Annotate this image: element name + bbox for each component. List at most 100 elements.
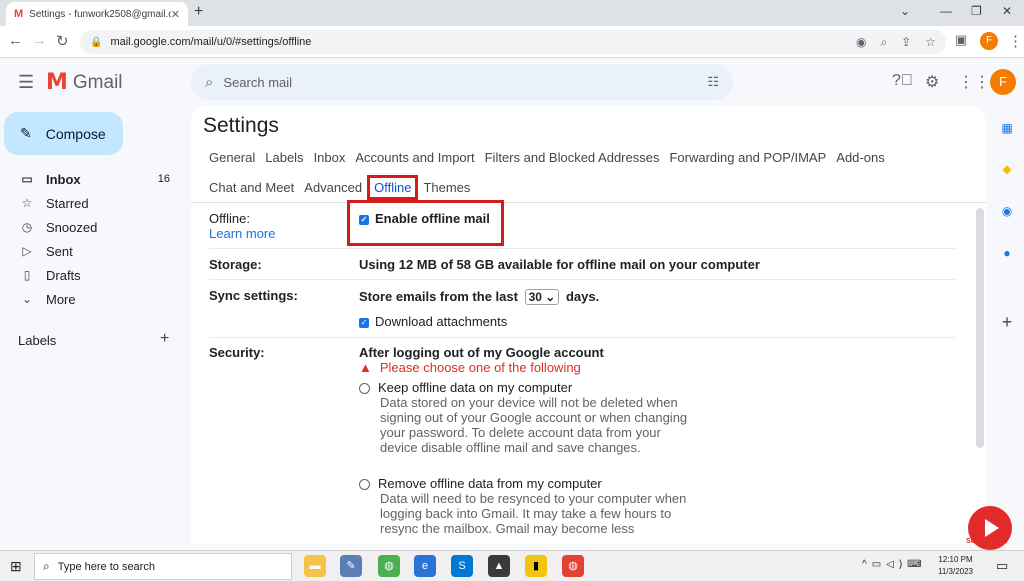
calendar-icon[interactable]: ▦ — [996, 117, 1018, 139]
eye-icon[interactable]: ◉ — [856, 35, 866, 49]
remove-offline-data-option[interactable]: Remove offline data from my computer — [359, 476, 602, 491]
system-tray-icons[interactable]: ^▭◁)⌨ — [862, 559, 927, 570]
enable-offline-checkbox[interactable]: ✓ Enable offline mail — [359, 211, 490, 226]
windows-taskbar: ⊞ ⌕ Type here to search ▬ ✎ ◍ e S ▲ ▮ ◍ … — [0, 550, 1024, 581]
lock-icon: 🔒 — [90, 36, 103, 48]
tab-filters[interactable]: Filters and Blocked Addresses — [485, 150, 660, 165]
tab-search-icon[interactable]: ⌄ — [900, 4, 910, 18]
keep-offline-description: Data stored on your device will not be d… — [380, 395, 688, 455]
file-explorer-icon[interactable]: ▬ — [304, 555, 326, 577]
add-label-icon[interactable]: + — [160, 330, 169, 348]
tab-forwarding[interactable]: Forwarding and POP/IMAP — [669, 150, 826, 165]
star-icon: ☆ — [21, 196, 33, 210]
gmail-logo[interactable]: M Gmail — [46, 70, 123, 95]
sync-prefix: Store emails from the last — [359, 289, 518, 304]
page-title: Settings — [203, 114, 279, 137]
skype-icon[interactable]: S — [451, 555, 473, 577]
restore-icon[interactable]: ❐ — [971, 4, 982, 18]
sync-days-select[interactable]: 30 ⌄ — [524, 289, 560, 305]
tab-add-ons[interactable]: Add-ons — [836, 150, 884, 165]
main-menu-icon[interactable]: ☰ — [18, 72, 34, 93]
offline-label: Offline: — [209, 211, 250, 226]
sidebar-item-snoozed[interactable]: ◷ Snoozed — [0, 215, 186, 239]
sticky-notes-icon[interactable]: ▮ — [525, 555, 547, 577]
close-window-icon[interactable]: ✕ — [1002, 4, 1012, 18]
search-icon[interactable]: ⌕ — [205, 74, 213, 91]
zoom-icon[interactable]: ⌕ — [880, 35, 887, 50]
help-icon[interactable]: ?⃝ — [892, 72, 913, 90]
search-input[interactable]: Search mail — [223, 75, 292, 90]
gmail-m-icon: M — [46, 70, 68, 95]
compose-button[interactable]: ✎ Compose — [4, 112, 123, 155]
sidebar-item-more[interactable]: ⌄ More — [0, 287, 186, 311]
chrome-active-icon[interactable]: ◍ — [562, 555, 584, 577]
labels-heading: Labels — [18, 333, 57, 348]
storage-label: Storage: — [209, 257, 262, 272]
apps-grid-icon[interactable]: ⋮⋮ — [958, 72, 990, 92]
sync-suffix: days. — [565, 289, 600, 304]
keep-offline-data-option[interactable]: Keep offline data on my computer — [359, 380, 572, 395]
tab-advanced[interactable]: Advanced — [304, 180, 362, 195]
browser-tab[interactable]: M Settings - funwork2508@gmail.c ✕ — [6, 2, 188, 26]
tab-inbox[interactable]: Inbox — [314, 150, 346, 165]
radio-unchecked-icon[interactable] — [359, 383, 370, 395]
contacts-icon[interactable]: ● — [996, 242, 1018, 264]
browser-profile-avatar[interactable]: F — [980, 32, 998, 50]
compose-label: Compose — [45, 125, 106, 142]
keep-icon[interactable]: ◆ — [996, 158, 1018, 180]
clock-date: 11/3/2023 — [938, 567, 973, 576]
reload-icon[interactable]: ↻ — [56, 32, 69, 50]
sidebar-item-drafts[interactable]: ▯ Drafts — [0, 263, 186, 287]
add-addon-icon[interactable]: + — [996, 311, 1018, 333]
checkbox-checked-icon[interactable]: ✓ — [359, 214, 369, 225]
send-icon: ▷ — [22, 244, 32, 258]
settings-tabs-row-1: General Labels Inbox Accounts and Import… — [209, 150, 885, 165]
notepad-icon[interactable]: ✎ — [340, 555, 362, 577]
sidebar-item-label: Starred — [46, 195, 89, 211]
store-icon[interactable]: ▲ — [488, 555, 510, 577]
chrome-icon[interactable]: ◍ — [378, 555, 400, 577]
sync-settings-label: Sync settings: — [209, 288, 298, 303]
close-tab-icon[interactable]: ✕ — [171, 8, 180, 21]
share-icon[interactable]: ⇪ — [901, 35, 911, 49]
sidebar-item-inbox[interactable]: ▭ Inbox 16 — [0, 167, 186, 191]
taskbar-search[interactable]: ⌕ Type here to search — [34, 553, 292, 580]
sidebar-item-starred[interactable]: ☆ Starred — [0, 191, 186, 215]
browser-tab-title: Settings - funwork2508@gmail.c — [29, 8, 171, 20]
tab-themes[interactable]: Themes — [423, 180, 470, 195]
learn-more-link[interactable]: Learn more — [209, 226, 275, 241]
scrollbar[interactable] — [976, 208, 984, 448]
tab-general[interactable]: General — [209, 150, 255, 165]
tab-offline[interactable]: Offline — [367, 175, 419, 200]
download-attachments-checkbox[interactable]: ✓ Download attachments — [359, 314, 507, 329]
back-icon[interactable]: ← — [8, 32, 23, 49]
sync-days-value: 30 — [528, 290, 542, 304]
search-bar[interactable]: ⌕ Search mail ☷ — [191, 64, 733, 100]
edge-icon[interactable]: e — [414, 555, 436, 577]
notifications-icon[interactable]: ▭ — [996, 558, 1008, 574]
checkbox-checked-icon[interactable]: ✓ — [359, 317, 369, 328]
tab-accounts-and-import[interactable]: Accounts and Import — [355, 150, 474, 165]
windows-start-icon[interactable]: ⊞ — [10, 558, 22, 575]
pencil-icon: ✎ — [20, 125, 32, 141]
forward-icon[interactable]: → — [32, 32, 47, 49]
security-label: Security: — [209, 345, 265, 360]
sidebar-item-sent[interactable]: ▷ Sent — [0, 239, 186, 263]
security-warning: ▲ Please choose one of the following — [359, 360, 581, 375]
address-bar[interactable]: 🔒 mail.google.com/mail/u/0/#settings/off… — [80, 30, 946, 54]
new-tab-icon[interactable]: + — [194, 3, 203, 21]
sidebar-item-label: More — [46, 291, 76, 307]
taskbar-clock[interactable]: 12:10 PM 11/3/2023 — [938, 554, 973, 578]
tasks-icon[interactable]: ◉ — [996, 200, 1018, 222]
tab-chat-and-meet[interactable]: Chat and Meet — [209, 180, 294, 195]
radio-unchecked-icon[interactable] — [359, 479, 370, 491]
account-avatar[interactable]: F — [990, 69, 1016, 95]
settings-gear-icon[interactable]: ⚙ — [925, 72, 939, 92]
search-options-icon[interactable]: ☷ — [707, 74, 719, 90]
minimize-icon[interactable]: — — [940, 4, 952, 18]
browser-menu-icon[interactable]: ⋮ — [1008, 32, 1023, 50]
tab-labels[interactable]: Labels — [265, 150, 303, 165]
sidepanel-icon[interactable]: ▣ — [955, 32, 967, 48]
bookmark-star-icon[interactable]: ☆ — [925, 35, 936, 49]
chevron-down-icon: ⌄ — [21, 292, 33, 306]
